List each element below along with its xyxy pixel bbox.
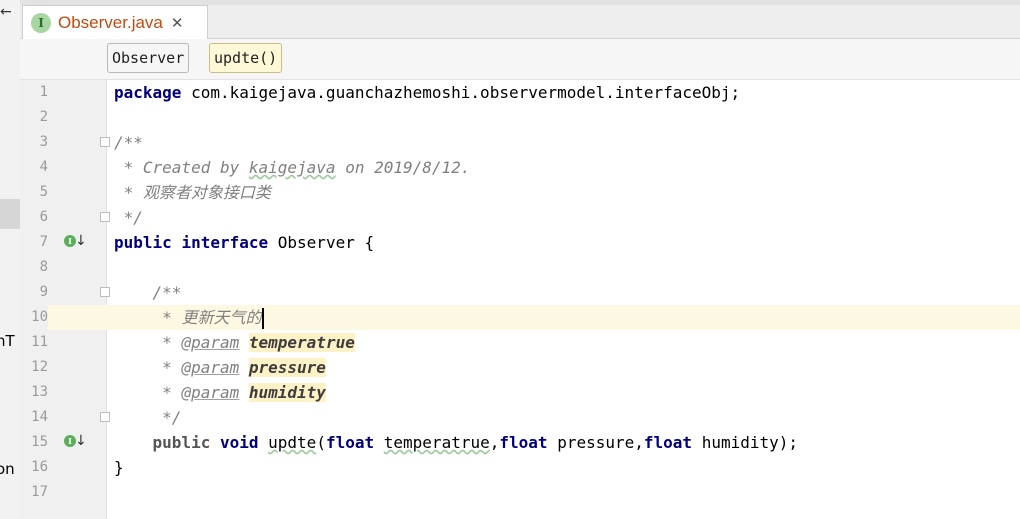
code-line: 8 [20, 255, 1020, 280]
line-number: 14 [31, 409, 48, 425]
left-side-panel: ← nT on [0, 0, 21, 519]
breadcrumb-item-updte[interactable]: updte() [209, 43, 283, 73]
tab-title: Observer.java [58, 12, 163, 32]
line-number: 3 [39, 134, 48, 150]
fold-marker-icon[interactable] [100, 412, 110, 422]
fold-marker-icon[interactable] [100, 137, 110, 147]
line-number: 1 [39, 84, 48, 100]
line-number: 6 [39, 209, 48, 225]
line-number: 9 [39, 284, 48, 300]
code-line: 5 * 观察者对象接口类 [20, 180, 1020, 205]
code-line-current: 10 * 更新天气的 [20, 305, 1020, 330]
code-line: 17 [20, 480, 1020, 505]
line-number: 8 [39, 259, 48, 275]
close-icon[interactable]: ✕ [171, 14, 184, 32]
code-line: 11 * @param temperatrue [20, 330, 1020, 355]
editor-tab-bar: I Observer.java ✕ [20, 0, 1020, 39]
code-line: 9 /** [20, 280, 1020, 305]
line-number: 5 [39, 184, 48, 200]
code-line: 7 I ↓ public interface Observer { [20, 230, 1020, 255]
line-number: 2 [39, 109, 48, 125]
line-number: 4 [39, 159, 48, 175]
fold-marker-icon[interactable] [100, 212, 110, 222]
interface-icon: I [31, 12, 51, 33]
breadcrumb-item-observer[interactable]: Observer [107, 43, 190, 73]
panel-text-fragment: nT [0, 332, 15, 350]
breadcrumb: Observer updte() [20, 39, 1020, 80]
text-caret [262, 308, 265, 329]
implemented-interface-icon[interactable]: I ↓ [64, 233, 87, 251]
code-line: 1 package com.kaigejava.guanchazhemoshi.… [20, 80, 1020, 105]
line-number: 11 [31, 334, 48, 350]
fold-marker-icon[interactable] [100, 287, 110, 297]
implementing-method-icon[interactable]: I ↓ [64, 433, 87, 451]
code-line: 2 [20, 105, 1020, 130]
code-line: 12 * @param pressure [20, 355, 1020, 380]
code-line: 14 */ [20, 405, 1020, 430]
line-number: 17 [31, 484, 48, 500]
code-line: 15 I ↓ public void updte(float temperatru… [20, 430, 1020, 455]
code-line: 3 /** [20, 130, 1020, 155]
line-number: 15 [31, 434, 48, 450]
panel-text-fragment: on [0, 460, 15, 478]
line-number: 16 [31, 459, 48, 475]
code-line: 6 */ [20, 205, 1020, 230]
line-number: 7 [39, 234, 48, 250]
tab-observer-java[interactable]: I Observer.java ✕ [22, 5, 208, 39]
code-line: 13 * @param humidity [20, 380, 1020, 405]
back-arrow-icon[interactable]: ← [0, 4, 12, 20]
code-line: 16 } [20, 455, 1020, 480]
code-editor[interactable]: 1 package com.kaigejava.guanchazhemoshi.… [20, 80, 1020, 519]
line-number: 10 [20, 305, 48, 330]
line-number: 13 [31, 384, 48, 400]
line-number: 12 [31, 359, 48, 375]
panel-selection [0, 199, 20, 229]
code-line: 4 * Created by kaigejava on 2019/8/12. [20, 155, 1020, 180]
